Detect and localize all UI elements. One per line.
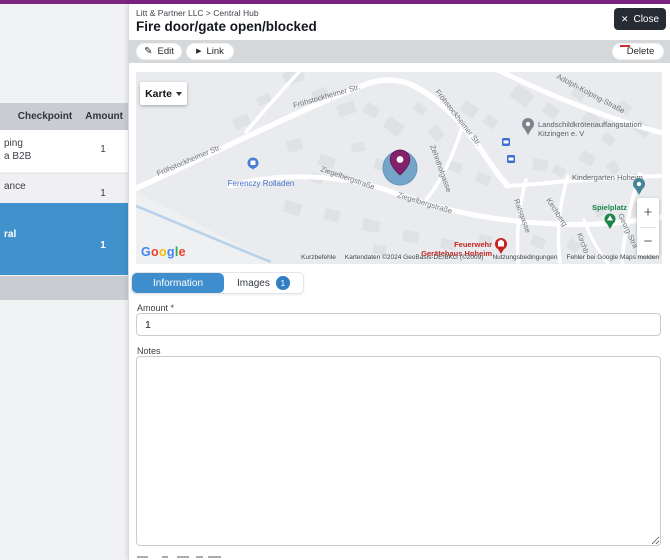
logo-letter: G [141, 245, 151, 259]
close-icon: ✕ [621, 14, 629, 25]
poi-label: Landschildkrötenauffangstation [538, 120, 642, 129]
toolbar: ✎ Edit ▶ Link Delete [128, 40, 670, 63]
logo-letter: e [179, 245, 186, 259]
tab-bar: Information Images 1 [131, 272, 304, 294]
amount-cell: 1 [90, 240, 116, 251]
checkpoint-name-fragment: ance [4, 181, 26, 192]
street-label: Ziegelbergstraße [396, 190, 453, 215]
map-canvas[interactable]: Fröhstockheimer Str. Fröhstockheimer Str… [136, 72, 662, 264]
table-footer-band [0, 276, 128, 300]
zoom-out-button[interactable]: − [637, 228, 659, 257]
notes-field-label: Notes [137, 346, 161, 356]
checkpoint-name-fragment: ral [4, 229, 16, 240]
tab-images[interactable]: Images 1 [224, 273, 303, 293]
table-row-selected[interactable]: ral 1 [0, 203, 128, 275]
map-graphics: Fröhstockheimer Str. Fröhstockheimer Str… [136, 72, 662, 264]
poi-label: Spielplatz [592, 203, 627, 212]
poi-label: Ferenczy Rolladen [228, 179, 295, 188]
report-error-link[interactable]: Fehler bei Google Maps melden [567, 254, 660, 261]
poi-landschildkroeten[interactable]: Landschildkrötenauffangstation Kitzingen… [522, 118, 642, 138]
amount-cell: 1 [90, 188, 116, 199]
column-header-amount: Amount [85, 111, 123, 122]
close-button-label: Close [633, 14, 659, 25]
bus-stop-icons [502, 138, 515, 163]
logo-letter: o [151, 245, 159, 259]
edit-button-label: Edit [158, 46, 174, 57]
amount-cell: 1 [90, 144, 116, 155]
pencil-icon: ✎ [144, 47, 152, 57]
street-label: Ratsgasse [512, 198, 533, 234]
zoom-in-button[interactable]: + [637, 198, 659, 227]
poi-label: Kitzingen e. V [538, 129, 584, 138]
terms-link[interactable]: Nutzungsbedingungen [492, 254, 557, 261]
delete-button[interactable]: Delete [612, 43, 664, 60]
images-count-badge: 1 [276, 276, 290, 290]
page-title: Fire door/gate open/blocked [136, 19, 317, 34]
edit-button[interactable]: ✎ Edit [136, 43, 182, 60]
checkpoint-name-fragment: ping [4, 138, 23, 149]
location-marker [383, 150, 417, 185]
street-label: Fröhstockheimer Str. [155, 143, 222, 178]
amount-field-label: Amount * [137, 303, 174, 313]
tab-information[interactable]: Information [132, 273, 224, 293]
poi-ferenczy[interactable]: Ferenczy Rolladen [228, 158, 295, 189]
amount-input[interactable] [136, 313, 661, 336]
play-icon: ▶ [196, 48, 201, 55]
screen: Checkpoint Amount ping a B2B 1 ance 1 ra… [0, 0, 670, 560]
map-zoom-control: + − [637, 198, 659, 256]
breadcrumb: Litt & Partner LLC > Central Hub [136, 8, 259, 18]
link-button-label: Link [206, 46, 223, 57]
checkpoint-name-fragment: a B2B [4, 151, 31, 162]
delete-button-label: Delete [627, 46, 654, 57]
table-row[interactable]: ping a B2B 1 [0, 130, 128, 172]
table-row[interactable]: ance 1 [0, 173, 128, 203]
google-logo[interactable]: G o o g l e [141, 245, 186, 259]
chevron-down-icon [176, 92, 182, 96]
checkpoint-table-header: Checkpoint Amount [0, 103, 128, 130]
logo-letter: o [159, 245, 167, 259]
poi-kindergarten-label[interactable]: Kindergarten Hoheim [572, 173, 643, 182]
sidebar-checkpoint-list: Checkpoint Amount ping a B2B 1 ance 1 ra… [0, 4, 128, 560]
tab-images-label: Images [237, 278, 270, 289]
map-data-text: Kartendaten ©2024 GeoBasis-DE/BKG (©2009… [345, 254, 484, 261]
link-button[interactable]: ▶ Link [186, 43, 234, 60]
column-header-checkpoint: Checkpoint [18, 111, 72, 122]
logo-letter: g [167, 245, 175, 259]
map-attribution: Kurzbefehle Kartendaten ©2024 GeoBasis-D… [301, 254, 659, 261]
notes-textarea[interactable] [136, 356, 661, 546]
close-button[interactable]: ✕ Close [614, 8, 666, 30]
map-type-selector[interactable]: Karte [140, 82, 187, 105]
poi-label: Feuerwehr [454, 240, 492, 249]
map-type-label: Karte [145, 88, 172, 100]
keyboard-shortcuts-link[interactable]: Kurzbefehle [301, 254, 336, 261]
